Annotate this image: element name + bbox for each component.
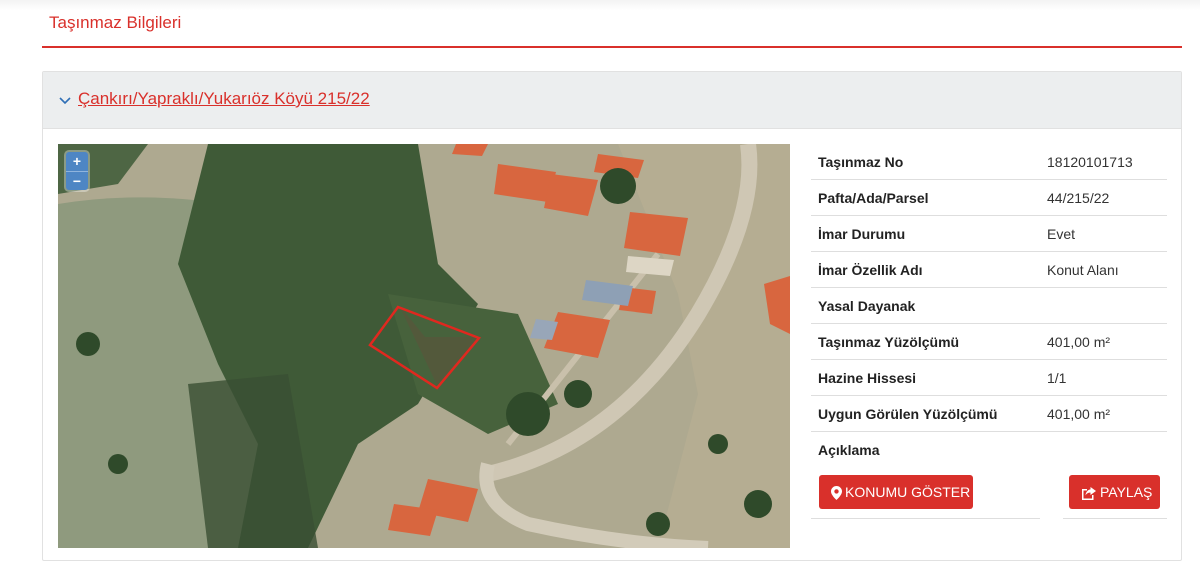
row-value: 401,00 m² [1047,334,1111,350]
share-button[interactable]: PAYLAŞ [1069,475,1160,509]
table-row: Pafta/Ada/Parsel 44/215/22 [811,180,1167,216]
row-label: Açıklama [818,442,880,458]
row-label: Pafta/Ada/Parsel [818,190,929,206]
row-value: 1/1 [1047,370,1067,386]
table-row: Hazine Hissesi 1/1 [811,360,1167,396]
map-imagery [58,144,790,548]
share-label: PAYLAŞ [1100,484,1153,500]
table-row: Açıklama [811,432,1167,468]
show-location-button[interactable]: KONUMU GÖSTER [819,475,973,509]
row-value: Konut Alanı [1047,262,1119,278]
show-location-label: KONUMU GÖSTER [845,484,971,500]
table-row: Taşınmaz Yüzölçümü 401,00 m² [811,324,1167,360]
satellite-map[interactable]: + − [58,144,790,548]
section-header: Taşınmaz Bilgileri [42,0,1182,48]
row-value: Evet [1047,226,1076,242]
zoom-out-button[interactable]: − [66,171,88,190]
table-row: Uygun Görülen Yüzölçümü 401,00 m² [811,396,1167,432]
row-label: Taşınmaz Yüzölçümü [818,334,960,350]
row-label: Hazine Hissesi [818,370,917,386]
property-details-table: Taşınmaz No 18120101713 Pafta/Ada/Parsel 4… [811,144,1167,468]
row-value: 44/215/22 [1047,190,1110,206]
zoom-in-button[interactable]: + [66,152,88,171]
table-row: Yasal Dayanak [811,288,1167,324]
row-label: İmar Özellik Adı [818,262,923,278]
row-label: Uygun Görülen Yüzölçümü [818,406,998,422]
property-card: Çankırı/Yapraklı/Yukarıöz Köyü 215/22 + … [42,71,1182,561]
table-row: İmar Özellik Adı Konut Alanı [811,252,1167,288]
table-row: Taşınmaz No 18120101713 [811,144,1167,180]
table-row: İmar Durumu Evet [811,216,1167,252]
row-label: İmar Durumu [818,226,906,242]
row-value: 401,00 m² [1047,406,1111,422]
share-icon [1082,487,1096,501]
map-zoom-controls: + − [66,152,88,190]
divider [1063,518,1167,519]
row-value: 18120101713 [1047,154,1133,170]
chevron-down-icon[interactable] [58,94,72,108]
property-title-link[interactable]: Çankırı/Yapraklı/Yukarıöz Köyü 215/22 [78,89,370,109]
row-label: Yasal Dayanak [818,298,916,314]
section-title: Taşınmaz Bilgileri [49,13,182,32]
divider [811,518,1040,519]
row-label: Taşınmaz No [818,154,904,170]
map-marker-icon [831,486,842,501]
card-header[interactable]: Çankırı/Yapraklı/Yukarıöz Köyü 215/22 [43,72,1181,129]
